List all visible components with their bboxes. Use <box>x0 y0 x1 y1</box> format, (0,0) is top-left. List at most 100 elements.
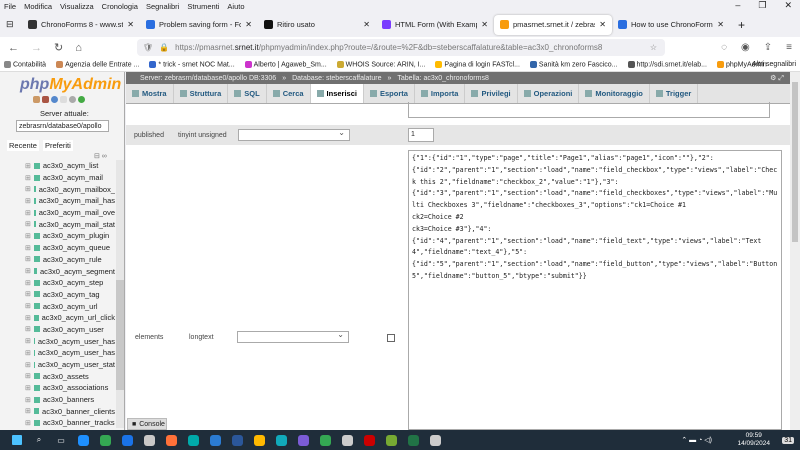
task-view-icon[interactable]: ▭ <box>50 432 72 448</box>
start-button[interactable] <box>6 432 28 448</box>
sidebar-table-item[interactable]: ⊞ ac3x0_acym_plugin <box>25 230 115 242</box>
taskbar-app-icon[interactable] <box>72 432 94 448</box>
bookmark-star-icon[interactable]: ☆ <box>650 43 657 52</box>
bookmark-item[interactable]: * trick - srnet NOC Mat... <box>149 60 235 68</box>
menu-item-strumenti[interactable]: Strumenti <box>187 2 219 11</box>
browser-tab[interactable]: HTML Form (With Examples) ✕ <box>376 15 494 35</box>
expand-icon[interactable]: ⊞ <box>25 232 31 240</box>
menu-item-file[interactable]: File <box>4 2 16 11</box>
tab-esporta[interactable]: Esporta <box>364 84 415 103</box>
value-textarea[interactable]: {"1":{"id":"1","type":"page","title":"Pa… <box>408 150 782 430</box>
browser-tab[interactable]: Ritiro usato ✕ <box>258 15 376 35</box>
menu-item-segnalibri[interactable]: Segnalibri <box>146 2 179 11</box>
pocket-icon[interactable]: ◌ <box>721 42 727 53</box>
account-icon[interactable]: ◉ <box>741 42 750 53</box>
sidebar-table-item[interactable]: ⊞ ac3x0_acym_user_has <box>25 347 115 359</box>
expand-icon[interactable]: ⊞ <box>25 290 31 298</box>
forward-icon[interactable]: → <box>31 42 42 54</box>
close-window-button[interactable]: ✕ <box>784 0 792 12</box>
tab-operazioni[interactable]: Operazioni <box>518 84 580 103</box>
console-button[interactable]: ■ Console <box>127 418 167 430</box>
bookmark-item[interactable]: Contabilità <box>4 60 46 68</box>
browser-tab[interactable]: pmasrnet.srnet.it / zebrasrn/da ✕ <box>494 14 612 35</box>
bookmark-item[interactable]: WHOIS Source: ARIN, I... <box>336 60 425 68</box>
tab-inserisci[interactable]: Inserisci <box>310 84 364 103</box>
home-icon[interactable] <box>33 96 40 103</box>
bookmark-item[interactable]: Sanità km zero Fascico... <box>529 60 618 68</box>
reload-icon[interactable] <box>78 96 85 103</box>
close-tab-icon[interactable]: ✕ <box>245 20 252 29</box>
breadcrumb-table[interactable]: Tabella: ac3x0_chronoforms8 <box>397 75 488 82</box>
expand-icon[interactable]: ⊞ <box>25 407 31 415</box>
expand-icon[interactable]: ⊞ <box>25 185 31 193</box>
sidebar-table-item[interactable]: ⊞ ac3x0_banner_tracks <box>25 417 115 429</box>
menu-icon[interactable]: ≡ <box>786 42 792 53</box>
taskbar-app-icon[interactable] <box>204 432 226 448</box>
sidebar-table-item[interactable]: ⊞ ac3x0_acym_user_stat <box>25 359 115 371</box>
expand-icon[interactable]: ⊞ <box>25 255 31 263</box>
menu-item-modifica[interactable]: Modifica <box>24 2 52 11</box>
tab-importa[interactable]: Importa <box>415 84 466 103</box>
menu-item-aiuto[interactable]: Aiuto <box>227 2 244 11</box>
expand-icon[interactable]: ⊞ <box>25 220 31 228</box>
taskbar-app-icon[interactable] <box>424 432 446 448</box>
tab-struttura[interactable]: Struttura <box>174 84 229 103</box>
settings-icon[interactable] <box>69 96 76 103</box>
sidebar-table-item[interactable]: ⊞ ac3x0_assets <box>25 370 115 382</box>
notifications-icon[interactable]: 31 <box>782 436 794 444</box>
taskbar-app-icon[interactable] <box>116 432 138 448</box>
bookmark-item[interactable]: Pagina di login FASTcl... <box>435 60 520 68</box>
sidebar-table-item[interactable]: ⊞ ac3x0_banner_clients <box>25 405 115 417</box>
expand-icon[interactable]: ⊞ <box>25 337 31 345</box>
help-icon[interactable] <box>51 96 58 103</box>
sidebar-table-item[interactable]: ⊞ ac3x0_acym_url_click <box>25 312 115 324</box>
share-icon[interactable]: ⇪ <box>764 42 772 53</box>
expand-icon[interactable]: ⊞ <box>25 349 31 357</box>
taskbar-app-icon[interactable] <box>160 432 182 448</box>
sidebar-table-item[interactable]: ⊞ ac3x0_associations <box>25 382 115 394</box>
tab-monitoraggio[interactable]: Monitoraggio <box>579 84 650 103</box>
settings-icon[interactable]: ⚙ ⤢ <box>770 74 784 83</box>
expand-icon[interactable]: ⊞ <box>25 384 31 392</box>
tab-sql[interactable]: SQL <box>228 84 267 103</box>
close-tab-icon[interactable]: ✕ <box>363 20 370 29</box>
value-input[interactable]: 1 <box>408 128 434 142</box>
sidebar-table-item[interactable]: ⊞ ac3x0_acym_list <box>25 160 115 172</box>
tab-list-icon[interactable]: ⊟ <box>6 19 14 30</box>
close-tab-icon[interactable]: ✕ <box>127 20 134 29</box>
expand-icon[interactable]: ⊞ <box>25 244 31 252</box>
browser-tab[interactable]: How to use ChronoForms 8 - In✕ <box>612 15 730 35</box>
home-icon[interactable]: ⌂ <box>75 42 82 54</box>
reload-icon[interactable]: ↻ <box>54 41 63 54</box>
expand-icon[interactable]: ⊞ <box>25 302 31 310</box>
back-icon[interactable]: ← <box>8 42 19 54</box>
sidebar-table-item[interactable]: ⊞ ac3x0_acym_user <box>25 324 115 336</box>
phpmyadmin-logo[interactable]: phpMyAdmin <box>20 76 121 94</box>
server-select[interactable]: zebrasrn/database0/apollo <box>16 120 109 132</box>
taskbar-app-icon[interactable] <box>138 432 160 448</box>
favorites-tab[interactable]: Preferiti <box>42 140 73 151</box>
sidebar-table-item[interactable]: ⊞ ac3x0_acym_user_has <box>25 335 115 347</box>
null-checkbox[interactable] <box>387 334 395 342</box>
expand-icon[interactable]: ⊞ <box>25 197 31 205</box>
tab-mostra[interactable]: Mostra <box>126 84 174 103</box>
expand-icon[interactable]: ⊞ <box>25 372 31 380</box>
sidebar-table-item[interactable]: ⊞ ac3x0_acym_step <box>25 277 115 289</box>
clock[interactable]: 09:59 14/09/2024 <box>737 432 770 448</box>
tab-trigger[interactable]: Trigger <box>650 84 699 103</box>
function-select[interactable] <box>238 128 350 141</box>
recent-tab[interactable]: Recente <box>7 140 39 151</box>
taskbar-app-icon[interactable] <box>248 432 270 448</box>
menu-item-visualizza[interactable]: Visualizza <box>60 2 94 11</box>
taskbar-app-icon[interactable] <box>292 432 314 448</box>
page-scrollbar[interactable] <box>790 72 800 430</box>
taskbar-app-icon[interactable] <box>270 432 292 448</box>
sidebar-table-item[interactable]: ⊞ ac3x0_acym_mail_ove <box>25 207 115 219</box>
expand-icon[interactable]: ⊞ <box>25 279 31 287</box>
url-bar[interactable]: 🛡 🔒 https://pmasrnet.srnet.it/phpmyadmin/… <box>137 39 665 56</box>
taskbar-app-icon[interactable] <box>336 432 358 448</box>
taskbar-app-icon[interactable] <box>314 432 336 448</box>
sidebar-table-item[interactable]: ⊞ ac3x0_acym_mail_has <box>25 195 115 207</box>
new-tab-button[interactable]: + <box>738 18 745 32</box>
sidebar-table-item[interactable]: ⊞ ac3x0_acym_mail_stat <box>25 218 115 230</box>
